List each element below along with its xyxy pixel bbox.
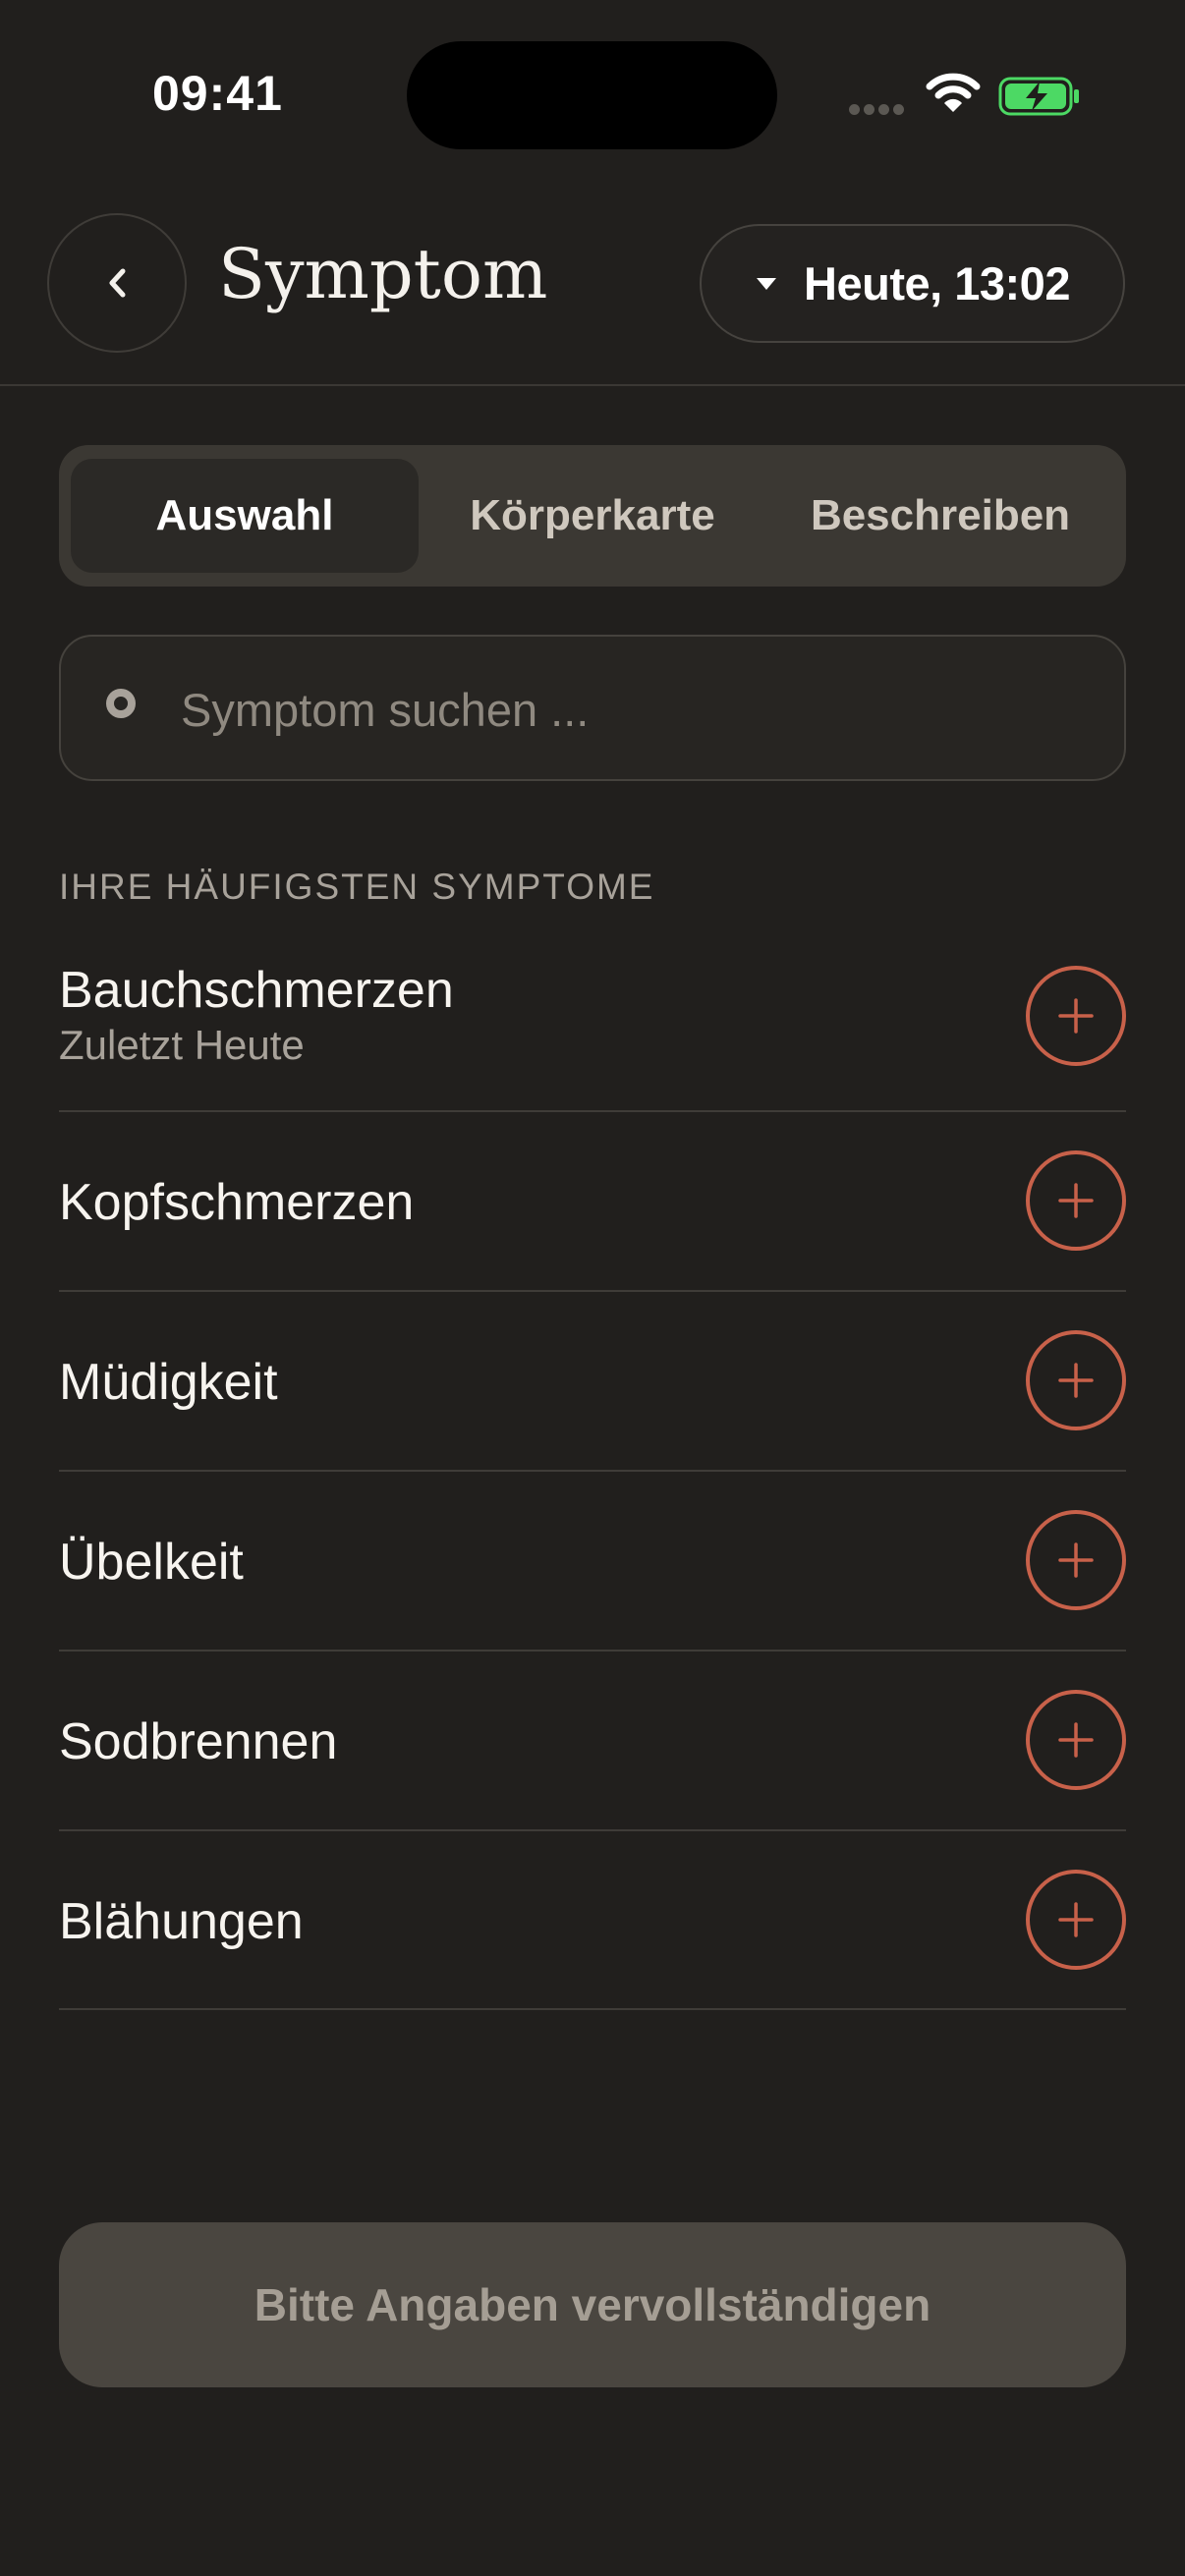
- search-input[interactable]: [179, 666, 1067, 753]
- symptom-name: Bauchschmerzen: [59, 962, 454, 1019]
- plus-icon: [1058, 1183, 1094, 1218]
- list-item[interactable]: Müdigkeit: [59, 1292, 1126, 1472]
- segmented-tabs: Auswahl Körperkarte Beschreiben: [59, 445, 1126, 587]
- add-symptom-button[interactable]: [1026, 1330, 1126, 1430]
- list-item[interactable]: Blähungen: [59, 1831, 1126, 2010]
- section-heading: IHRE HÄUFIGSTEN SYMPTOME: [59, 867, 655, 907]
- page-title: Symptom: [218, 234, 548, 314]
- cellular-signal-icon: [849, 102, 908, 120]
- tab-koerperkarte[interactable]: Körperkarte: [419, 459, 766, 573]
- header-divider: [0, 384, 1185, 386]
- symptom-name: Müdigkeit: [59, 1354, 278, 1411]
- tab-beschreiben[interactable]: Beschreiben: [766, 459, 1114, 573]
- plus-icon: [1058, 998, 1094, 1034]
- plus-icon: [1058, 1363, 1094, 1398]
- wifi-icon: [926, 73, 981, 119]
- chevron-left-icon: [109, 268, 126, 298]
- submit-button[interactable]: Bitte Angaben vervollständigen: [59, 2222, 1126, 2387]
- date-time-picker-button[interactable]: Heute, 13:02: [700, 224, 1125, 343]
- date-time-label: Heute, 13:02: [804, 257, 1070, 309]
- caret-down-icon: [757, 277, 777, 290]
- symptom-name: Kopfschmerzen: [59, 1174, 415, 1231]
- search-icon: [106, 689, 136, 718]
- list-item[interactable]: Übelkeit: [59, 1472, 1126, 1652]
- add-symptom-button[interactable]: [1026, 1690, 1126, 1790]
- add-symptom-button[interactable]: [1026, 1870, 1126, 1970]
- symptom-name: Blähungen: [59, 1893, 304, 1950]
- list-item[interactable]: Bauchschmerzen Zuletzt Heute: [59, 933, 1126, 1112]
- dynamic-island: [407, 41, 777, 149]
- plus-icon: [1058, 1722, 1094, 1758]
- status-time: 09:41: [152, 66, 283, 121]
- search-field[interactable]: [59, 635, 1126, 781]
- symptom-name: Sodbrennen: [59, 1713, 338, 1770]
- symptom-last-logged: Zuletzt Heute: [59, 1022, 305, 1068]
- plus-icon: [1058, 1542, 1094, 1578]
- add-symptom-button[interactable]: [1026, 1150, 1126, 1251]
- tab-auswahl[interactable]: Auswahl: [71, 459, 419, 573]
- symptom-name: Übelkeit: [59, 1534, 244, 1591]
- list-item[interactable]: Sodbrennen: [59, 1652, 1126, 1831]
- add-symptom-button[interactable]: [1026, 1510, 1126, 1610]
- battery-charging-icon: [998, 77, 1081, 121]
- back-button[interactable]: [47, 213, 187, 353]
- add-symptom-button[interactable]: [1026, 966, 1126, 1066]
- list-item[interactable]: Kopfschmerzen: [59, 1112, 1126, 1292]
- plus-icon: [1058, 1902, 1094, 1937]
